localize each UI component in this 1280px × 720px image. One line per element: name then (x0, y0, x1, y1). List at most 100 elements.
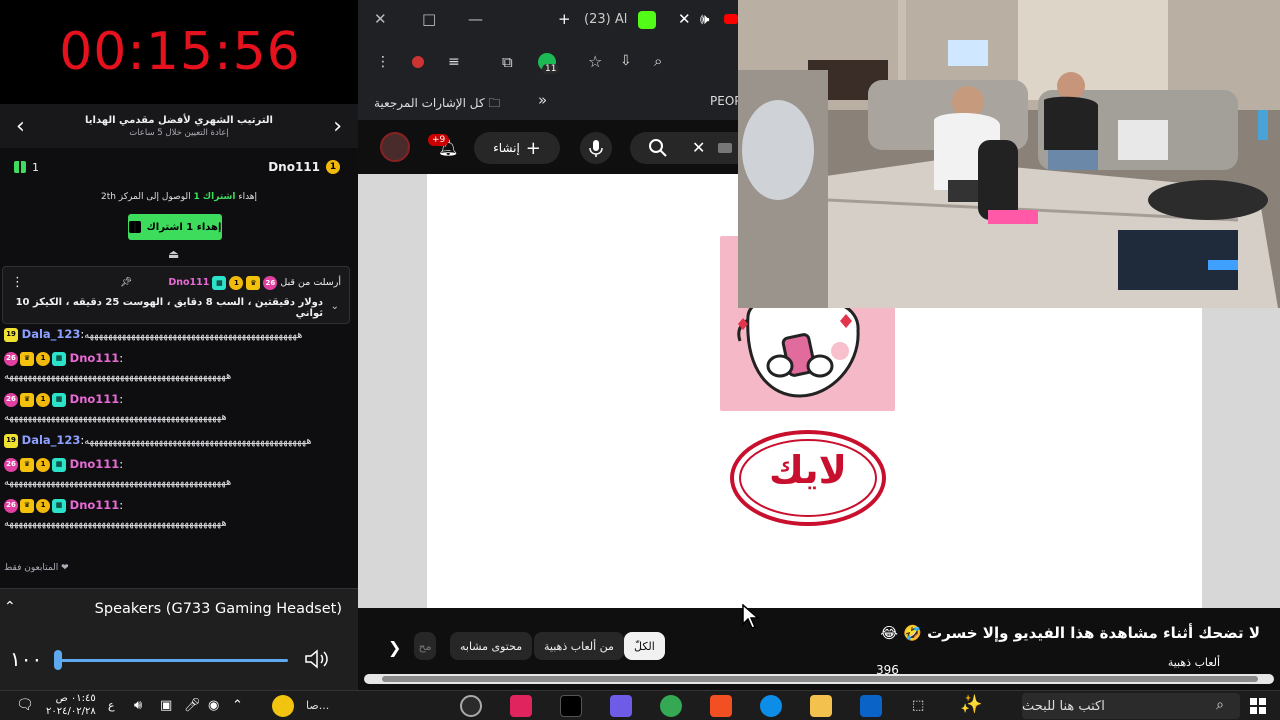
rank-badge: 1 (326, 160, 340, 174)
search-page-icon[interactable]: ⌕ (654, 52, 662, 70)
outlook-app-icon[interactable] (860, 695, 882, 717)
create-label: إنشاء (493, 141, 520, 155)
taskbar-clock[interactable]: ٠١:٤٥ ص ٢٠٢٤/٠٢/٢٨ (46, 692, 96, 718)
chat-line: هههههههههههههههههههههههههههههههههههههههه… (4, 514, 350, 532)
account-avatar[interactable] (380, 132, 410, 162)
kick-tab-icon[interactable] (638, 11, 656, 29)
tiktok-app-icon[interactable] (560, 695, 582, 717)
task-view-icon[interactable]: ⬚ (912, 698, 924, 713)
extension-red-icon[interactable] (412, 56, 424, 68)
close-tab-icon[interactable]: ✕ (678, 10, 691, 28)
file-explorer-app-icon[interactable] (810, 695, 832, 717)
taskbar-search-box[interactable]: اكتب هنا للبحث ⌕ (1022, 693, 1240, 719)
minimize-icon[interactable]: — (468, 10, 483, 28)
language-indicator[interactable]: ع (108, 699, 115, 712)
level-badge: 19 (4, 327, 18, 342)
microphone-tray-icon[interactable]: 🎤︎ (184, 698, 201, 713)
like-sticker-text: لايك (769, 448, 847, 492)
more-bookmarks-icon[interactable]: » (538, 91, 547, 109)
browser-tab-title[interactable]: (23) Al (584, 12, 627, 27)
keyboard-icon[interactable] (718, 143, 732, 153)
tab-audio-icon[interactable]: 🕪︎ (700, 10, 709, 28)
all-bookmarks-link[interactable]: 🗀︎ كل الإشارات المرجعية (374, 94, 500, 115)
chat-text: هههههههههههههههههههههههههههههههههههههههه… (4, 518, 228, 529)
chat-message: 26 ♛ 1 ▦ Dno111: ههههههههههههههههههههههههههه… (4, 456, 350, 491)
leaderboard-rank-row[interactable]: 1 Dno111 1 (0, 148, 358, 186)
youtube-tab-icon[interactable] (724, 14, 738, 24)
progress-highlight: اشتراك 1 (193, 192, 236, 202)
webcam-tray-icon[interactable]: ◉ (208, 698, 219, 713)
webcam-overlay (738, 0, 1280, 308)
chevron-down-icon[interactable]: ⌄ (331, 301, 339, 312)
audio-device-name[interactable]: Speakers (G733 Gaming Headset) (95, 601, 342, 617)
chevron-up-icon[interactable]: ⌃ (4, 599, 16, 615)
all-bookmarks-label: كل الإشارات المرجعية (374, 96, 485, 110)
weather-truncated-text: صا... (306, 699, 330, 712)
more-options-icon[interactable]: ⋮ (11, 275, 24, 290)
pinned-username[interactable]: Dno111 (168, 277, 209, 288)
chips-next-arrow-icon[interactable]: ❯ (388, 638, 401, 657)
collapse-arrow-icon[interactable]: ⏏ (168, 247, 179, 261)
edge-app-icon[interactable] (760, 695, 782, 717)
pin-icon[interactable]: 📌︎ (120, 277, 132, 288)
chat-line: 26 ♛ 1 ▦ Dno111: (4, 350, 350, 367)
chat-message: 26 ♛ 1 ▦ Dno111: ههههههههههههههههههههههههههه… (4, 350, 350, 385)
volume-slider-track[interactable] (58, 659, 288, 662)
clipchamp-app-icon[interactable] (610, 695, 632, 717)
volume-tray-icon[interactable]: 🔊︎ (134, 698, 142, 713)
close-window-icon[interactable]: ✕ (374, 10, 387, 28)
chrome-app-icon[interactable] (660, 695, 682, 717)
playlist-icon[interactable]: ≡ (448, 54, 460, 70)
weather-app-icon[interactable] (272, 695, 294, 717)
hidden-icons-chevron-icon[interactable]: ⌃ (232, 698, 243, 713)
new-tab-icon[interactable]: + (558, 10, 571, 28)
chip-truncated[interactable]: مح (414, 632, 436, 660)
gifter-badge-icon: ▦ (52, 498, 66, 513)
extensions-puzzle-icon[interactable]: ⧉ (502, 53, 513, 71)
horizontal-scrollbar[interactable] (364, 674, 1274, 684)
windows-start-icon[interactable] (1250, 698, 1266, 714)
channel-name[interactable]: ألعاب ذهبية (1168, 656, 1220, 669)
desktop-screen: 00:15:56 ‹ الترتيب الشهري لأفضل مقدمي ال… (0, 0, 1280, 720)
create-button[interactable]: إنشاء + (474, 132, 560, 164)
notifications-icon[interactable]: 🗨︎ (16, 697, 34, 713)
chevron-left-icon[interactable]: ‹ (16, 114, 25, 139)
chat-username[interactable]: Dno111 (70, 498, 120, 512)
voice-search-button[interactable] (580, 132, 612, 164)
chat-text: هههههههههههههههههههههههههههههههههههههههه… (4, 477, 232, 488)
tiktok-studio-app-icon[interactable] (510, 695, 532, 717)
speaker-icon[interactable] (304, 649, 332, 669)
chat-username[interactable]: Dno111 (70, 351, 120, 365)
bookmark-star-icon[interactable]: ☆ (588, 52, 602, 71)
pinned-message: ⋮ 📌︎ أرسلت من قبل 26 ♛ 1 ▦ Dno111 دولار … (2, 266, 350, 324)
chat-username[interactable]: Dala_123 (22, 433, 81, 447)
network-tray-icon[interactable]: ▣ (160, 698, 172, 713)
scrollbar-thumb[interactable] (382, 676, 1258, 682)
chip-from-channel[interactable]: من ألعاب ذهبية (534, 632, 624, 660)
chat-username[interactable]: Dno111 (70, 392, 120, 406)
bookmark-people[interactable]: PEOP (710, 94, 742, 108)
chip-related[interactable]: محتوى مشابه (450, 632, 533, 660)
chat-line: 19 Dala_123:هههههههههههههههههههههههههههه… (4, 326, 350, 344)
chat-username[interactable]: Dno111 (70, 457, 120, 471)
volume-slider-thumb[interactable] (54, 650, 62, 670)
microsoft-store-app-icon[interactable] (710, 695, 732, 717)
search-icon[interactable] (648, 138, 668, 158)
menu-dots-icon[interactable]: ⋮ (376, 54, 390, 70)
youtube-video-info: لا تضحك أثناء مشاهدة هذا الفيديو وإلا خس… (358, 608, 1280, 690)
chat-badges: 19 (4, 327, 18, 342)
leaderboard-subtitle: إعادة التعيين خلال 5 ساعات (129, 127, 229, 138)
install-app-icon[interactable]: ⇩ (620, 53, 632, 69)
chevron-right-icon[interactable]: › (333, 114, 342, 139)
chat-line: 26 ♛ 1 ▦ Dno111: (4, 456, 350, 473)
maximize-icon[interactable]: □ (422, 10, 436, 28)
copilot-sparkle-icon[interactable]: ✨ (960, 694, 982, 715)
search-box[interactable]: ✕ (630, 132, 738, 164)
chip-all[interactable]: الكلّ (624, 632, 665, 660)
gift-subscription-button[interactable]: إهداء 1 اشتراك (128, 214, 222, 240)
obs-app-icon[interactable] (460, 695, 482, 717)
clear-search-icon[interactable]: ✕ (692, 138, 705, 157)
chat-username[interactable]: Dala_123 (22, 327, 81, 341)
video-title[interactable]: لا تضحك أثناء مشاهدة هذا الفيديو وإلا خس… (880, 624, 1260, 642)
crown-badge-icon: ♛ (246, 275, 261, 290)
